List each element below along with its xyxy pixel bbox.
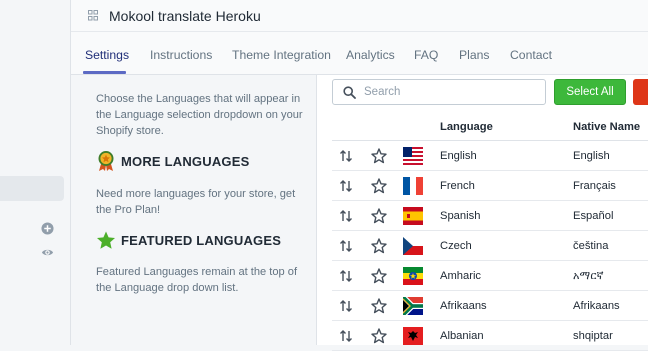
featured-star-icon[interactable] (371, 328, 387, 344)
deselect-button[interactable] (633, 79, 648, 105)
featured-star-icon[interactable] (371, 208, 387, 224)
more-languages-text: Need more languages for your store, get … (96, 188, 296, 216)
sort-handle-icon[interactable] (339, 329, 353, 343)
languages-panel: Select All Language Native Name English … (317, 75, 648, 351)
featured-star-icon[interactable] (371, 238, 387, 254)
albania-flag-icon (403, 327, 423, 345)
star-icon (97, 231, 115, 249)
featured-star-icon[interactable] (371, 148, 387, 164)
featured-languages-title: FEATURED LANGUAGES (121, 233, 282, 248)
column-language: Language (440, 121, 493, 133)
featured-star-icon[interactable] (371, 178, 387, 194)
tab-plans[interactable]: Plans (459, 48, 490, 62)
medal-icon (98, 151, 114, 171)
featured-star-icon[interactable] (371, 298, 387, 314)
search-input[interactable] (364, 86, 534, 98)
more-languages-heading: MORE LANGUAGES (96, 150, 249, 172)
featured-star-icon[interactable] (371, 268, 387, 284)
us-flag-icon (403, 147, 423, 165)
native-name: አማርኛ (573, 270, 604, 282)
table-row: Amharic አማርኛ (332, 261, 648, 291)
sidebar-selected-item[interactable] (0, 176, 64, 201)
sort-handle-icon[interactable] (339, 269, 353, 283)
table-row: Afrikaans Afrikaans (332, 291, 648, 321)
app-title: Mokool translate Heroku (109, 7, 261, 24)
sort-handle-icon[interactable] (339, 239, 353, 253)
table-row: English English (332, 141, 648, 171)
tab-analytics[interactable]: Analytics (346, 48, 395, 62)
language-name: French (440, 180, 475, 192)
intro-text: Choose the Languages that will appear in… (96, 93, 303, 137)
native-name: čeština (573, 240, 609, 252)
table-row: Spanish Español (332, 201, 648, 231)
ethiopia-flag-icon (403, 267, 423, 285)
native-name: English (573, 150, 610, 162)
native-name: Afrikaans (573, 300, 620, 312)
app-header: Mokool translate Heroku (71, 0, 648, 32)
settings-description-panel: Choose the Languages that will appear in… (71, 75, 317, 345)
featured-languages-text: Featured Languages remain at the top of … (96, 266, 298, 294)
sort-handle-icon[interactable] (339, 299, 353, 313)
spain-flag-icon (403, 207, 423, 225)
app-grid-icon (88, 10, 98, 21)
tab-bar: Settings Instructions Theme Integration … (71, 32, 648, 75)
czech-flag-icon (403, 237, 423, 255)
language-name: Czech (440, 240, 472, 252)
select-all-button[interactable]: Select All (554, 79, 626, 105)
tab-contact[interactable]: Contact (510, 48, 552, 62)
more-languages-title: MORE LANGUAGES (121, 153, 250, 169)
tab-faq[interactable]: FAQ (414, 48, 438, 62)
tab-settings[interactable]: Settings (85, 48, 129, 62)
native-name: Español (573, 210, 614, 222)
sort-handle-icon[interactable] (339, 179, 353, 193)
add-circle-icon[interactable] (41, 222, 54, 235)
table-header: Language Native Name (332, 113, 648, 141)
tab-instructions[interactable]: Instructions (150, 48, 212, 62)
native-name: shqiptar (573, 330, 613, 342)
france-flag-icon (403, 177, 423, 195)
table-row: Czech čeština (332, 231, 648, 261)
language-name: Amharic (440, 270, 482, 282)
language-name: Afrikaans (440, 300, 487, 312)
active-tab-indicator (83, 71, 126, 74)
table-row: French Français (332, 171, 648, 201)
search-box[interactable] (332, 79, 546, 105)
eye-icon[interactable] (41, 246, 54, 259)
sort-handle-icon[interactable] (339, 209, 353, 223)
search-icon (343, 85, 356, 99)
south-africa-flag-icon (403, 297, 423, 315)
app-sidebar (0, 0, 71, 345)
table-row: Albanian shqiptar (332, 321, 648, 351)
tab-theme-integration[interactable]: Theme Integration (232, 48, 331, 62)
language-name: Spanish (440, 210, 481, 222)
featured-languages-heading: FEATURED LANGUAGES (96, 231, 281, 250)
sort-handle-icon[interactable] (339, 149, 353, 163)
native-name: Français (573, 180, 616, 192)
language-name: Albanian (440, 330, 484, 342)
language-name: English (440, 150, 477, 162)
column-native-name: Native Name (573, 121, 641, 133)
